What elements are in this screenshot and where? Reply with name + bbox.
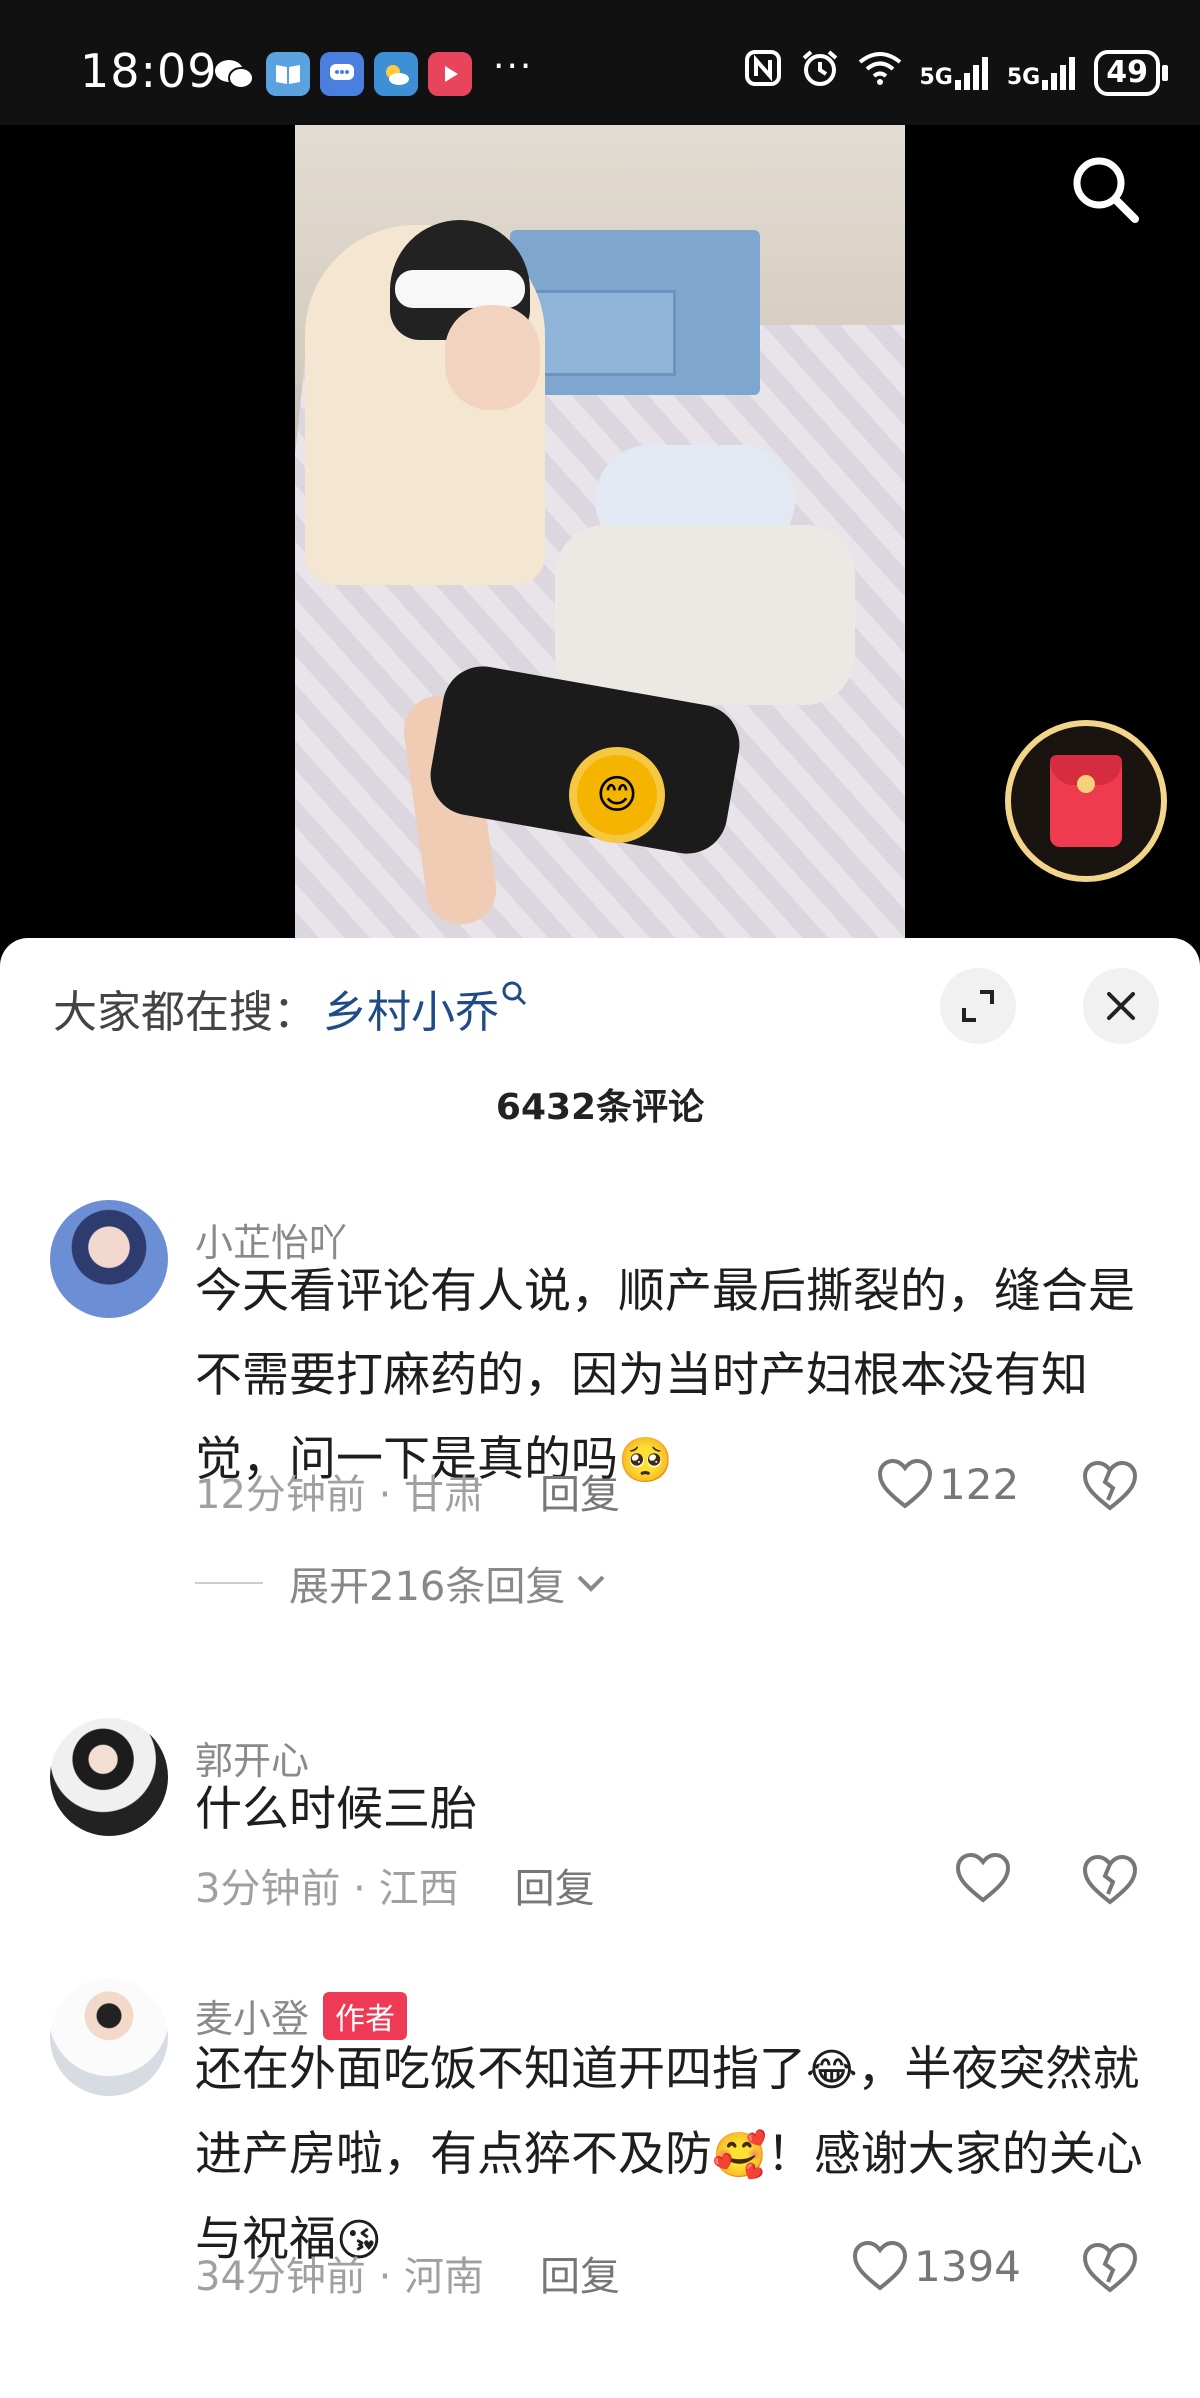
like-button[interactable]: 122 [877,1458,1019,1510]
weather-app-icon [374,52,418,96]
cell-signal-2: 5G [1007,56,1076,90]
notification-icons [212,52,472,96]
pleading-face-emoji: 🥺 [618,1435,673,1486]
broken-heart-icon[interactable] [1082,1854,1138,1906]
comment-time-location: 12分钟前 · 甘肃 [195,1472,485,1518]
expand-replies-button[interactable]: 展开216条回复 [195,1554,609,1612]
battery-indicator: 49 [1094,49,1168,96]
nfc-icon [744,49,782,96]
heart-icon [877,1458,933,1509]
like-count: 1394 [914,2241,1021,2291]
expand-button[interactable] [940,968,1016,1044]
more-notifications-icon: ··· [493,46,534,87]
heart-icon [852,2240,908,2291]
wifi-icon [858,50,902,95]
reply-button[interactable]: 回复 [540,1462,620,1520]
avatar[interactable] [50,1978,168,2096]
close-button[interactable] [1083,968,1159,1044]
book-app-icon [266,52,310,96]
like-button[interactable]: 1394 [852,2240,1021,2292]
clock: 18:09 [80,44,218,98]
alarm-icon [800,48,840,97]
video-frame[interactable]: 😊 [295,125,905,955]
expand-icon [962,990,994,1022]
search-icon[interactable] [1065,149,1145,229]
comment-sheet: 大家都在搜： 乡村小乔 6432条评论 小芷怡吖 今天看评论有人说，顺产最后撕裂… [0,938,1200,2398]
laughing-tears-emoji: 😂 [806,2045,858,2096]
hot-search-bar[interactable]: 大家都在搜： 乡村小乔 [53,976,527,1040]
broken-heart-icon[interactable] [1082,1460,1138,1512]
close-icon [1107,992,1135,1020]
comment-text: 什么时候三胎 [195,1782,477,1837]
message-app-icon [320,52,364,96]
chevron-down-icon [577,1575,605,1592]
reply-button[interactable]: 回复 [540,2244,620,2302]
hot-search-label: 大家都在搜： [53,987,317,1038]
video-player[interactable]: 😊 [0,125,1200,955]
small-search-icon [501,980,527,1013]
comment-meta: 12分钟前 · 甘肃 回复 [195,1462,620,1520]
sunflower-sticker: 😊 [577,755,657,835]
avatar[interactable] [50,1200,168,1318]
reply-button[interactable]: 回复 [515,1856,595,1914]
cell-signal-1: 5G [920,56,989,90]
video-app-icon [428,52,472,96]
comment-meta: 34分钟前 · 河南 回复 [195,2244,620,2302]
comment-time-location: 34分钟前 · 河南 [195,2254,485,2300]
smiling-hearts-emoji: 🥰 [712,2130,767,2181]
like-button[interactable] [955,1852,1011,1904]
wechat-icon [212,52,256,96]
system-status-icons: 5G 5G 49 [744,48,1168,97]
red-envelope-icon [1050,755,1122,847]
comment-meta: 3分钟前 · 江西 回复 [195,1856,595,1914]
like-count: 122 [939,1459,1020,1509]
comment-count: 6432条评论 [495,1087,705,1128]
status-bar: 18:09 ··· 5G 5G 49 [0,0,1200,125]
comment-time-location: 3分钟前 · 江西 [195,1866,459,1912]
red-envelope-button[interactable] [1005,720,1167,882]
avatar[interactable] [50,1718,168,1836]
heart-icon [955,1852,1011,1903]
hot-search-term[interactable]: 乡村小乔 [323,976,499,1040]
broken-heart-icon[interactable] [1082,2242,1138,2294]
